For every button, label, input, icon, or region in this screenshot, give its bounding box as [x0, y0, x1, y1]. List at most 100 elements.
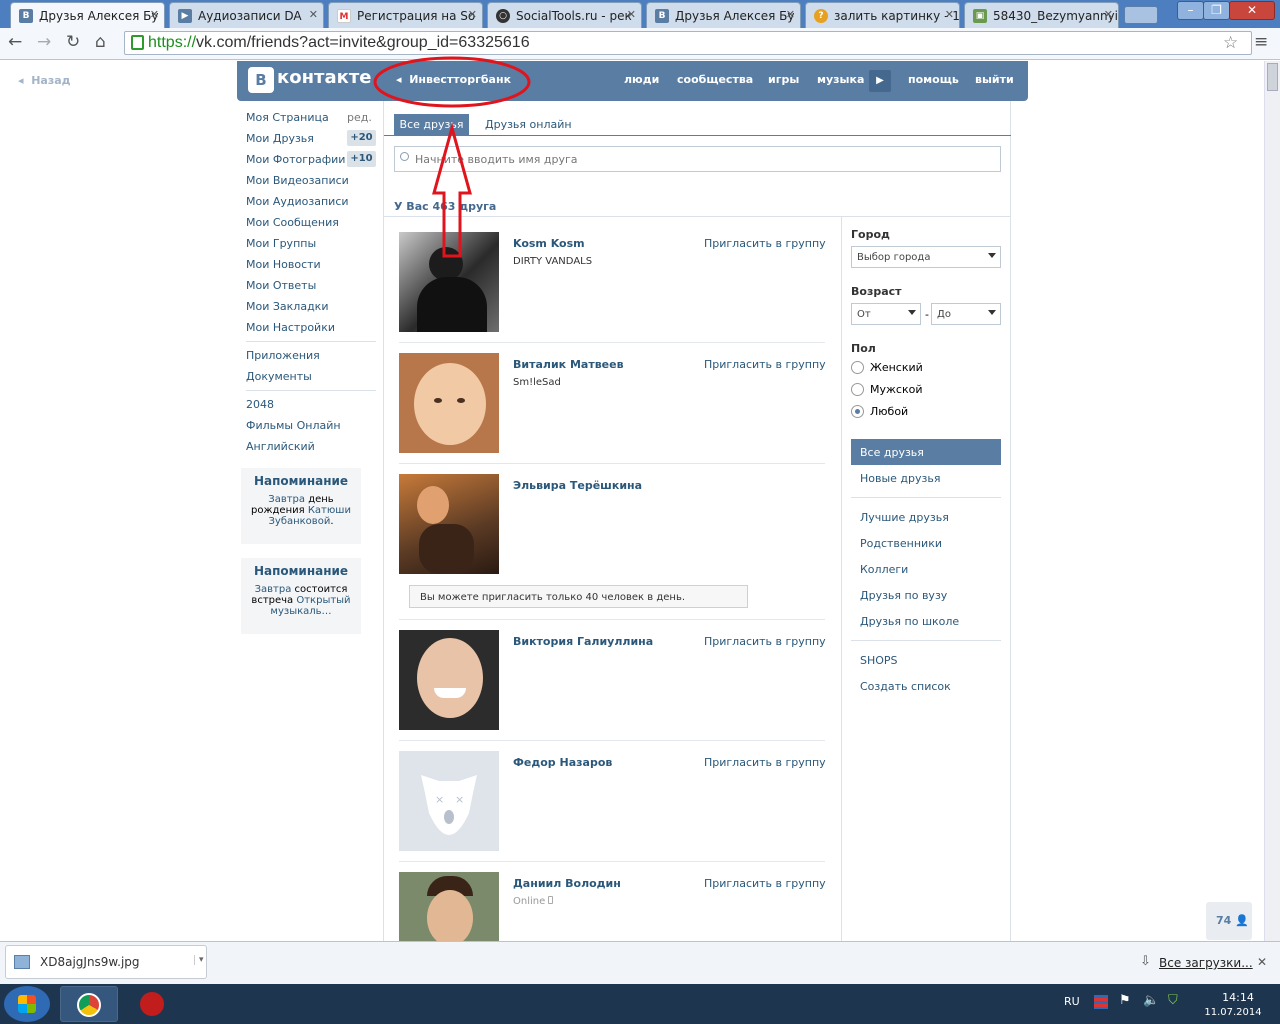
menu-my-groups[interactable]: Мои Группы	[246, 237, 316, 250]
close-tab-icon[interactable]: ✕	[150, 8, 159, 21]
vk-logo-text[interactable]: контакте	[277, 67, 371, 88]
download-file-name[interactable]: XD8ajgJns9w.jpg	[40, 955, 140, 969]
sex-option-label[interactable]: Женский	[870, 361, 923, 374]
list-university-friends[interactable]: Друзья по вузу	[860, 589, 947, 602]
menu-my-photos[interactable]: Мои Фотографии	[246, 153, 345, 166]
tab-friends-online[interactable]: Друзья онлайн	[485, 118, 572, 131]
menu-my-friends[interactable]: Мои Друзья	[246, 132, 314, 145]
speaker-tray-icon[interactable]: 🔈	[1143, 993, 1159, 1008]
close-tab-icon[interactable]: ✕	[309, 8, 318, 21]
new-tab-button[interactable]	[1124, 6, 1158, 24]
clock-date[interactable]: 11.07.2014	[1200, 1007, 1266, 1018]
menu-documents[interactable]: Документы	[246, 370, 312, 383]
menu-my-bookmarks[interactable]: Мои Закладки	[246, 300, 328, 313]
close-tab-icon[interactable]: ✕	[945, 8, 954, 21]
browser-tab-vk-friends-2[interactable]: B Друзья Алексея Бу ✕	[646, 2, 801, 28]
sex-option-label[interactable]: Мужской	[870, 383, 922, 396]
keyboard-language[interactable]: RU	[1064, 995, 1080, 1008]
browser-tab-gmail[interactable]: M Регистрация на So ✕	[328, 2, 483, 28]
online-counter[interactable]: 74 👤	[1206, 902, 1252, 940]
back-link[interactable]: ◂ Назад	[18, 74, 71, 87]
group-breadcrumb[interactable]: ◂ Инвестторгбанк	[396, 73, 511, 86]
scrollbar-thumb[interactable]	[1267, 63, 1278, 91]
vk-logo-icon[interactable]: В	[248, 67, 274, 93]
reload-icon[interactable]: ↻	[66, 32, 80, 52]
friend-name[interactable]: Виталик Матвеев	[513, 358, 624, 371]
start-button[interactable]	[4, 986, 50, 1022]
friend-name[interactable]: Виктория Галиуллина	[513, 635, 653, 648]
browser-tab-audio[interactable]: ▶ Аудиозаписи DA ✕	[169, 2, 324, 28]
invite-to-group-link[interactable]: Пригласить в группу	[704, 877, 826, 890]
tab-all-friends[interactable]: Все друзья	[394, 114, 469, 136]
close-tab-icon[interactable]: ✕	[1104, 8, 1113, 21]
friend-name[interactable]: Kosm Kosm	[513, 237, 585, 250]
menu-my-messages[interactable]: Мои Сообщения	[246, 216, 339, 229]
friend-avatar[interactable]	[399, 474, 499, 574]
photos-count-badge[interactable]: +10	[347, 151, 376, 167]
sex-radio-male[interactable]	[851, 383, 864, 396]
menu-my-page[interactable]: Моя Страница	[246, 111, 329, 124]
flag-tray-icon[interactable]: ⚑	[1119, 993, 1131, 1008]
menu-icon[interactable]: ≡	[1254, 32, 1268, 52]
nav-logout[interactable]: выйти	[975, 73, 1014, 86]
nav-communities[interactable]: сообщества	[677, 73, 753, 86]
home-icon[interactable]: ⌂	[95, 32, 106, 52]
taskbar-app[interactable]	[122, 986, 180, 1022]
menu-app-movies[interactable]: Фильмы Онлайн	[246, 419, 341, 432]
nav-games[interactable]: игры	[768, 73, 799, 86]
forward-arrow-icon[interactable]: →	[37, 32, 51, 52]
invite-to-group-link[interactable]: Пригласить в группу	[704, 237, 826, 250]
network-tray-icon[interactable]	[1094, 995, 1108, 1009]
menu-apps[interactable]: Приложения	[246, 349, 320, 362]
browser-tab-socialtools[interactable]: ○ SocialTools.ru - рек ✕	[487, 2, 642, 28]
list-relatives[interactable]: Родственники	[860, 537, 942, 550]
friend-avatar[interactable]	[399, 872, 499, 941]
friend-avatar[interactable]	[399, 353, 499, 453]
friend-avatar[interactable]	[399, 630, 499, 730]
invite-to-group-link[interactable]: Пригласить в группу	[704, 635, 826, 648]
play-icon[interactable]: ▶	[869, 70, 891, 92]
list-school-friends[interactable]: Друзья по школе	[860, 615, 959, 628]
reminder-link[interactable]: Завтра	[268, 494, 305, 505]
close-icon[interactable]: ✕	[1257, 955, 1267, 969]
nav-music[interactable]: музыка	[817, 73, 864, 86]
sex-option-label[interactable]: Любой	[870, 405, 908, 418]
close-tab-icon[interactable]: ✕	[627, 8, 636, 21]
menu-my-settings[interactable]: Мои Настройки	[246, 321, 335, 334]
browser-tab-image[interactable]: ▣ 58430_Bezymyannyi ✕	[964, 2, 1119, 28]
back-arrow-icon[interactable]: ←	[8, 32, 22, 52]
menu-my-news[interactable]: Мои Новости	[246, 258, 321, 271]
friend-name[interactable]: Эльвира Терёшкина	[513, 479, 642, 492]
menu-app-2048[interactable]: 2048	[246, 398, 274, 411]
list-best-friends[interactable]: Лучшие друзья	[860, 511, 949, 524]
scrollbar[interactable]	[1264, 61, 1280, 941]
browser-tab-vk-friends[interactable]: B Друзья Алексея Бу ✕	[10, 2, 165, 28]
browser-tab-upload-image[interactable]: ? залить картинку - 1 ✕	[805, 2, 960, 28]
list-colleagues[interactable]: Коллеги	[860, 563, 908, 576]
security-tray-icon[interactable]: ⛉	[1168, 993, 1178, 1008]
menu-my-answers[interactable]: Мои Ответы	[246, 279, 316, 292]
city-select[interactable]: Выбор города	[851, 246, 1001, 268]
create-list-link[interactable]: Создать список	[860, 680, 951, 693]
friend-avatar-placeholder[interactable]: × ×	[399, 751, 499, 851]
all-downloads-link[interactable]: Все загрузки...	[1159, 956, 1253, 970]
list-new-friends[interactable]: Новые друзья	[860, 472, 940, 485]
friends-count-badge[interactable]: +20	[347, 130, 376, 146]
sex-radio-female[interactable]	[851, 361, 864, 374]
menu-my-audio[interactable]: Мои Аудиозаписи	[246, 195, 349, 208]
invite-to-group-link[interactable]: Пригласить в группу	[704, 358, 826, 371]
reminder-link[interactable]: Завтра	[255, 584, 292, 595]
list-shops[interactable]: SHOPS	[860, 654, 898, 667]
sex-radio-any[interactable]	[851, 405, 864, 418]
age-from-select[interactable]: От	[851, 303, 921, 325]
invite-to-group-link[interactable]: Пригласить в группу	[704, 756, 826, 769]
menu-my-videos[interactable]: Мои Видеозаписи	[246, 174, 349, 187]
close-tab-icon[interactable]: ✕	[468, 8, 477, 21]
friend-avatar[interactable]	[399, 232, 499, 332]
close-tab-icon[interactable]: ✕	[786, 8, 795, 21]
nav-people[interactable]: люди	[624, 73, 659, 86]
clock-time[interactable]: 14:14	[1213, 991, 1263, 1004]
bookmark-star-icon[interactable]: ☆	[1223, 33, 1238, 53]
menu-edit-link[interactable]: ред.	[347, 111, 372, 124]
friend-name[interactable]: Даниил Володин	[513, 877, 621, 890]
